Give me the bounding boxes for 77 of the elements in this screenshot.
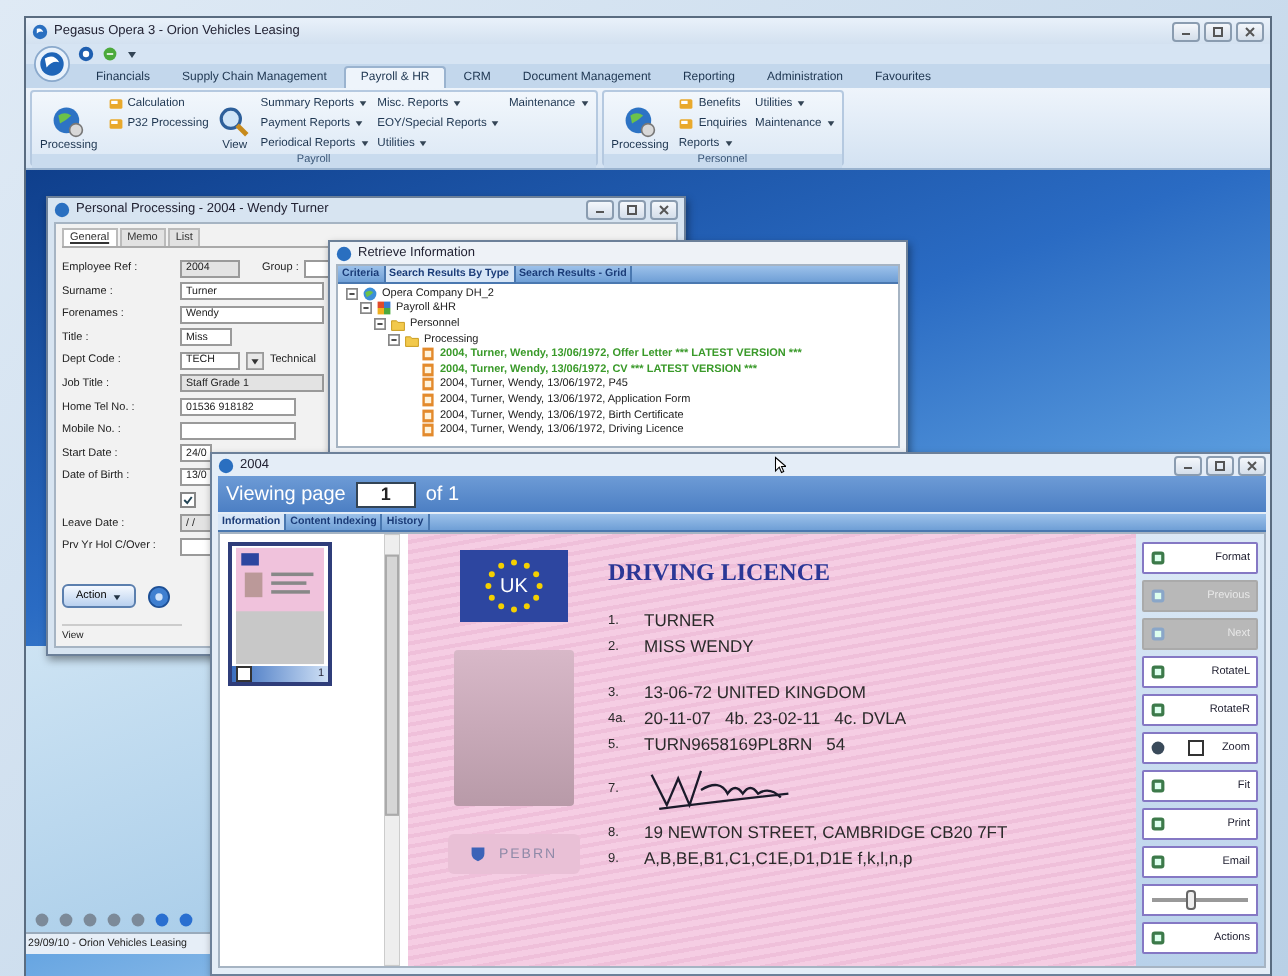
tool-icon — [1150, 930, 1166, 946]
licence-text: TURNER — [644, 610, 715, 630]
magnifier-icon — [218, 106, 251, 138]
caret-icon — [825, 118, 836, 128]
licence-text: 19 NEWTON STREET, CAMBRIDGE CB20 7FT — [644, 822, 1008, 842]
close-button[interactable] — [1238, 455, 1266, 475]
tool-icon — [1150, 816, 1166, 832]
page-total: of 1 — [425, 483, 460, 505]
tree-toggle[interactable] — [388, 333, 400, 346]
minimize-button[interactable] — [586, 199, 614, 219]
minimize-button[interactable] — [1172, 21, 1200, 41]
command-icon — [678, 95, 695, 111]
caret-icon — [723, 138, 734, 148]
caret-icon — [112, 591, 123, 602]
page-number-field[interactable]: 1 — [355, 481, 416, 507]
caret-icon — [418, 138, 429, 148]
maximize-icon — [1212, 459, 1228, 471]
app-logo-icon — [336, 245, 352, 261]
text-field[interactable] — [180, 421, 296, 440]
close-icon — [1244, 459, 1260, 471]
module-icon — [376, 300, 392, 317]
maximize-button[interactable] — [1204, 21, 1232, 41]
dropdown-button[interactable] — [246, 351, 264, 370]
tree-toggle[interactable] — [374, 317, 386, 330]
caret-icon — [490, 118, 501, 128]
zoom-slider[interactable] — [1142, 884, 1258, 916]
shield-icon — [470, 846, 487, 862]
licence-heading: DRIVING LICENCE — [608, 558, 833, 588]
tree-toggle[interactable] — [360, 302, 372, 315]
licence-text: 20-11-07 4b. 23-02-11 4c. DVLA — [644, 708, 907, 728]
text-field[interactable] — [180, 537, 212, 556]
close-button[interactable] — [650, 199, 678, 219]
licence-text: 13-06-72 UNITED KINGDOM — [644, 682, 866, 702]
slider-thumb[interactable] — [1185, 890, 1196, 910]
maximize-icon — [624, 203, 640, 215]
licence-thumbnail-drawing — [236, 546, 324, 666]
checkbox[interactable] — [1188, 740, 1204, 756]
command-icon — [107, 115, 124, 131]
tree-toggle[interactable] — [346, 287, 358, 300]
caret-icon — [579, 98, 590, 108]
checkbox[interactable] — [236, 666, 252, 682]
checkbox[interactable] — [180, 491, 196, 508]
caret-icon[interactable] — [126, 48, 138, 60]
app-logo-icon — [54, 201, 70, 217]
country-code: UK — [500, 575, 528, 597]
tool-icon — [1150, 550, 1166, 566]
help-icon[interactable] — [78, 46, 94, 62]
globe-icon — [52, 106, 85, 138]
tool-icon — [1150, 740, 1166, 756]
close-icon — [1242, 25, 1258, 37]
scrollbar[interactable] — [384, 534, 400, 966]
maximize-icon — [1210, 25, 1226, 37]
tool-icon — [1150, 854, 1166, 870]
tool-icon — [1150, 664, 1166, 680]
caret-icon — [796, 98, 807, 108]
globe-icon — [362, 285, 378, 302]
licence-text: A,B,BE,B1,C1,C1E,D1,D1E f,k,l,n,p — [644, 848, 913, 868]
tool-icon — [1150, 778, 1166, 794]
licence-text: MISS WENDY — [644, 636, 754, 656]
app-logo-icon — [32, 23, 48, 39]
command-icon — [107, 95, 124, 111]
mouse-pointer-icon — [774, 456, 787, 474]
tool-icon — [1150, 626, 1166, 642]
tool-icon — [1150, 588, 1166, 604]
maximize-button[interactable] — [1206, 455, 1234, 475]
tool-icon — [1150, 702, 1166, 718]
maximize-button[interactable] — [618, 199, 646, 219]
minimize-button[interactable] — [1174, 455, 1202, 475]
globe-icon — [624, 106, 656, 138]
help-icon[interactable] — [148, 585, 171, 608]
app-logo-icon — [218, 457, 234, 473]
licence-text: TURN9658169PL8RN 54 — [644, 734, 846, 754]
close-icon — [656, 203, 672, 215]
viewing-label: Viewing page — [226, 483, 346, 505]
close-button[interactable] — [1236, 21, 1264, 41]
caret-icon — [452, 98, 463, 108]
command-icon — [678, 115, 695, 131]
